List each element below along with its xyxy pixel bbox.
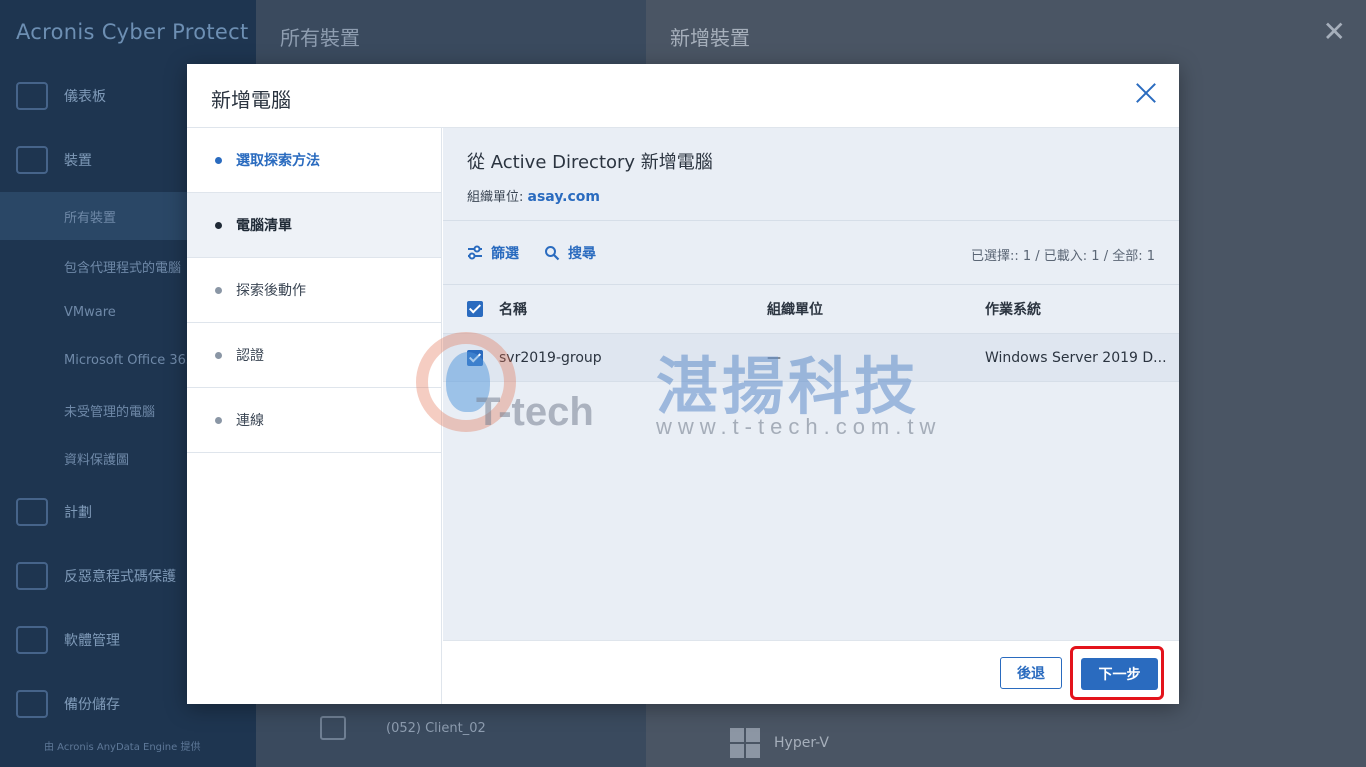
sidebar-item-label: 儀表板 <box>64 89 106 105</box>
storage-icon <box>16 690 48 718</box>
ou-value: asay.com <box>527 189 600 205</box>
sidebar-sub-office365[interactable]: Microsoft Office 365 <box>64 353 194 368</box>
step-credentials[interactable]: 認證 <box>187 323 441 388</box>
sidebar-item-label: 裝置 <box>64 153 92 169</box>
ou-label: 組織單位: <box>467 190 524 205</box>
step-dot-icon <box>215 221 222 229</box>
hyperv-label: Hyper-V <box>774 735 829 751</box>
sidebar-sub-vmware[interactable]: VMware <box>64 305 116 320</box>
table-row[interactable]: svr2019-group — Windows Server 2019 D... <box>443 334 1179 382</box>
sidebar-item-label: 備份儲存 <box>64 697 120 713</box>
step-dot-icon <box>215 286 222 294</box>
search-icon <box>545 246 560 261</box>
add-computer-dialog: 新增電腦 選取探索方法 電腦清單 探索後動作 認證 連線 從 Active Di… <box>187 64 1179 704</box>
checkbox-checked-icon <box>467 301 483 317</box>
sidebar-sub-data-map[interactable]: 資料保護圖 <box>64 449 129 468</box>
step-label: 探索後動作 <box>236 283 306 299</box>
list-toolbar: 篩選 搜尋 已選擇:: 1 / 已載入: 1 / 全部: 1 <box>443 221 1179 285</box>
step-dot-icon <box>215 416 222 424</box>
column-name[interactable]: 名稱 <box>499 285 527 333</box>
dialog-footer: 後退 下一步 <box>443 640 1179 704</box>
filter-label: 篩選 <box>491 246 519 262</box>
computer-table: 名稱 組織單位 作業系統 svr2019-group — Windows Ser… <box>443 285 1179 382</box>
step-dot-icon <box>215 156 222 164</box>
step-post-discovery[interactable]: 探索後動作 <box>187 258 441 323</box>
sidebar-item-label: 軟體管理 <box>64 633 120 649</box>
step-content: 從 Active Directory 新增電腦 組織單位: asay.com 篩… <box>443 128 1179 704</box>
column-ou[interactable]: 組織單位 <box>767 285 823 333</box>
sidebar-sub-agents[interactable]: 包含代理程式的電腦 <box>64 257 181 276</box>
step-label: 認證 <box>236 348 264 364</box>
sidebar-item-label: 反惡意程式碼保護 <box>64 569 176 585</box>
step-label: 選取探索方法 <box>236 153 320 169</box>
device-row[interactable]: (052) Client_02 <box>320 716 486 740</box>
row-os: Windows Server 2019 D... <box>985 349 1167 366</box>
checkbox-checked-icon <box>467 349 483 366</box>
sidebar-footer: 由 Acronis AnyData Engine 提供 <box>44 742 201 753</box>
content-title: 從 Active Directory 新增電腦 <box>467 152 713 173</box>
search-label: 搜尋 <box>568 246 596 262</box>
selection-stats: 已選擇:: 1 / 已載入: 1 / 全部: 1 <box>970 249 1155 264</box>
select-all-checkbox[interactable] <box>467 285 483 333</box>
row-ou: — <box>767 349 781 366</box>
row-checkbox[interactable] <box>467 334 483 381</box>
windows-icon <box>730 728 760 758</box>
dialog-header: 新增電腦 <box>187 64 1179 128</box>
filter-icon <box>468 245 482 260</box>
ou-line: 組織單位: asay.com <box>467 186 1155 205</box>
back-button[interactable]: 後退 <box>1000 657 1062 689</box>
shield-icon <box>16 562 48 590</box>
close-icon[interactable] <box>1133 80 1159 106</box>
brand-logo: Acronis Cyber Protect <box>16 20 249 44</box>
dashboard-icon <box>16 82 48 110</box>
row-name: svr2019-group <box>499 349 602 366</box>
filter-button[interactable]: 篩選 <box>467 243 519 263</box>
sidebar-item-label: 計劃 <box>64 505 92 521</box>
step-label: 連線 <box>236 413 264 429</box>
devices-title: 所有裝置 <box>280 26 360 50</box>
content-header: 從 Active Directory 新增電腦 組織單位: asay.com <box>443 128 1179 221</box>
step-label: 電腦清單 <box>236 218 292 234</box>
monitor-icon <box>16 146 48 174</box>
wizard-steps: 選取探索方法 電腦清單 探索後動作 認證 連線 <box>187 128 442 704</box>
add-device-title: 新增裝置 <box>670 26 750 50</box>
computer-icon <box>320 716 346 740</box>
search-button[interactable]: 搜尋 <box>544 243 596 263</box>
next-button[interactable]: 下一步 <box>1081 658 1158 690</box>
step-dot-icon <box>215 351 222 359</box>
step-computer-list[interactable]: 電腦清單 <box>187 193 441 258</box>
hyperv-item[interactable]: Hyper-V <box>730 728 829 758</box>
column-os[interactable]: 作業系統 <box>985 285 1041 333</box>
device-name: (052) Client_02 <box>386 720 486 736</box>
dialog-title: 新增電腦 <box>211 88 291 112</box>
step-discovery-method[interactable]: 選取探索方法 <box>187 128 441 193</box>
next-button-highlight: 下一步 <box>1070 646 1164 700</box>
table-header: 名稱 組織單位 作業系統 <box>443 285 1179 334</box>
sidebar-sub-unmanaged[interactable]: 未受管理的電腦 <box>64 401 155 420</box>
plans-icon <box>16 498 48 526</box>
close-icon[interactable]: ✕ <box>1323 18 1346 46</box>
software-icon <box>16 626 48 654</box>
step-connection[interactable]: 連線 <box>187 388 441 453</box>
